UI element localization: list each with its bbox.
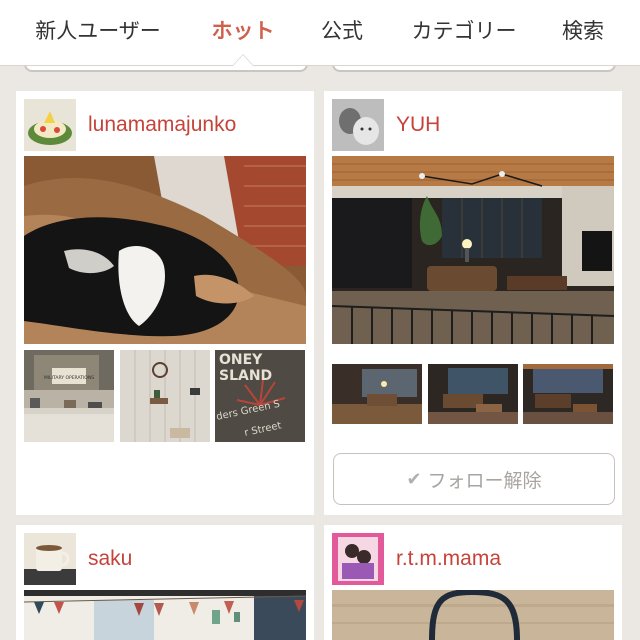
sign-text: ONEY	[219, 352, 263, 368]
top-tab-bar: 新人ユーザー ホット 公式 カテゴリー 検索	[0, 0, 640, 66]
thumbnail-photo[interactable]	[523, 364, 614, 456]
card-header: YUH	[332, 99, 614, 151]
tab-label: カテゴリー	[411, 19, 517, 43]
tab-search[interactable]: 検索	[548, 0, 618, 60]
thumbnail-photo[interactable]	[119, 350, 211, 442]
username[interactable]: saku	[88, 547, 132, 571]
user-card: r.t.m.mama	[324, 525, 622, 640]
thumbnail-photo[interactable]: MILITARY OPERATIONS	[24, 350, 115, 442]
card-header: r.t.m.mama	[332, 533, 614, 585]
sign-text: SLAND	[219, 368, 272, 384]
unfollow-label: フォロー解除	[427, 469, 542, 492]
tab-hot[interactable]: ホット	[196, 0, 290, 60]
thumbnail-photo[interactable]	[427, 364, 519, 456]
tab-category[interactable]: カテゴリー	[394, 0, 534, 60]
main-photo[interactable]	[24, 590, 306, 640]
avatar[interactable]	[332, 99, 384, 151]
tab-label: 検索	[562, 19, 604, 43]
tab-label: ホット	[211, 19, 275, 43]
username[interactable]: lunamamajunko	[88, 113, 236, 137]
unfollow-button[interactable]: ✔ フォロー解除	[333, 453, 615, 505]
username[interactable]: r.t.m.mama	[396, 547, 501, 571]
avatar[interactable]	[24, 533, 76, 585]
main-photo[interactable]	[24, 156, 306, 344]
avatar[interactable]	[24, 99, 76, 151]
tab-new-users[interactable]: 新人ユーザー	[18, 0, 178, 60]
user-card: saku	[16, 525, 314, 640]
active-tab-indicator	[232, 54, 254, 66]
tab-label: 公式	[321, 19, 363, 43]
thumbnail-photo[interactable]	[332, 364, 423, 456]
tab-label: 新人ユーザー	[35, 19, 161, 43]
username[interactable]: YUH	[396, 113, 440, 137]
card-header: saku	[24, 533, 306, 585]
sign-text: MILITARY OPERATIONS	[44, 375, 94, 381]
tab-official[interactable]: 公式	[306, 0, 378, 60]
main-photo[interactable]	[332, 590, 614, 640]
user-card: lunamamajunko MILITARY OPERATIONS ONEY S…	[16, 91, 314, 515]
thumbnail-row	[332, 364, 614, 456]
check-icon: ✔	[406, 468, 422, 490]
main-photo[interactable]	[332, 156, 614, 344]
avatar[interactable]	[332, 533, 384, 585]
thumbnail-row: MILITARY OPERATIONS ONEY SLAND ders Gree…	[24, 350, 306, 442]
card-header: lunamamajunko	[24, 99, 306, 151]
thumbnail-photo[interactable]: ONEY SLAND ders Green S r Street	[215, 350, 306, 442]
user-card: YUH ✔ フォロー解除	[324, 91, 622, 515]
